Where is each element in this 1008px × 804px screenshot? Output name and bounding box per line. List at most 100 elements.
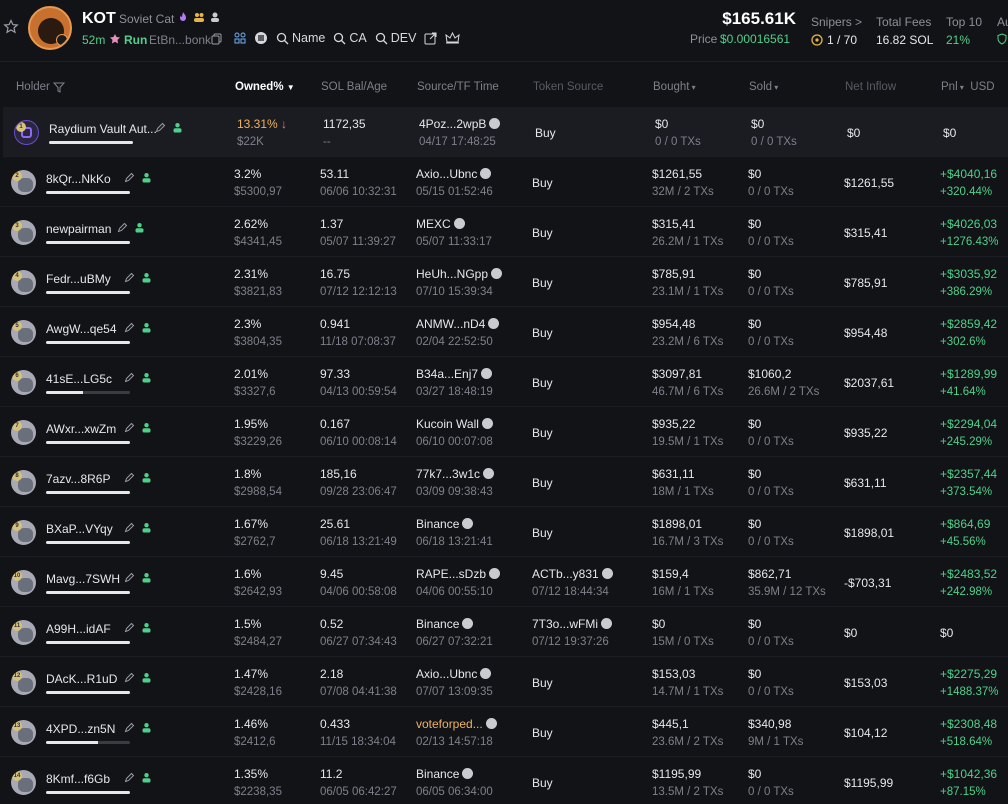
holder-row[interactable]: 8 7azv...8R6P 1.8% $2988,54 185,16 09/28 23:0… (0, 457, 1008, 507)
col-bought[interactable]: Bought ▾ (653, 81, 696, 93)
holder-address[interactable]: Raydium Vault Aut... (49, 122, 157, 136)
holder-avatar[interactable]: 7 (11, 420, 36, 445)
favorite-star-icon[interactable] (3, 19, 19, 35)
col-token-source[interactable]: Token Source (533, 81, 603, 93)
source-time: 05/07 11:33:17 (416, 236, 492, 248)
col-net-inflow[interactable]: Net Inflow (845, 81, 896, 93)
funding-source[interactable]: Kucoin Wall (416, 417, 493, 431)
funding-source[interactable]: Axio...Ubnc (416, 167, 492, 181)
holder-row[interactable]: 4 Fedr...uBMy 2.31% $3821,83 16.75 07/12 12:1… (0, 257, 1008, 307)
edit-remark-icon[interactable] (124, 772, 135, 786)
holder-address[interactable]: Mavg...7SWH (46, 572, 120, 586)
holder-row[interactable]: 11 A99H...idAF 1.5% $2484,27 0.52 06/27 07:34… (0, 607, 1008, 657)
funding-source[interactable]: ANMW...nD4 (416, 317, 500, 331)
holder-avatar[interactable]: 13 (11, 720, 36, 745)
funding-source[interactable]: MEXC (416, 217, 465, 231)
funding-source[interactable]: 4Poz...2wpB (419, 117, 501, 131)
funding-source[interactable]: Binance (416, 767, 474, 781)
holder-avatar[interactable]: 14 (11, 770, 36, 795)
crown-icon[interactable] (445, 31, 461, 45)
search-name-button[interactable]: Name (276, 31, 325, 45)
edit-remark-icon[interactable] (124, 722, 135, 736)
col-sold[interactable]: Sold ▾ (749, 81, 778, 93)
col-source[interactable]: Source/TF Time (417, 81, 499, 93)
currency-toggle[interactable]: USD (970, 81, 994, 93)
edit-remark-icon[interactable] (124, 422, 135, 436)
holder-address[interactable]: 41sE...LG5c (46, 372, 112, 386)
copy-address-icon[interactable] (211, 33, 223, 45)
edit-remark-icon[interactable] (124, 322, 135, 336)
holder-avatar[interactable]: 9 (11, 520, 36, 545)
holder-avatar[interactable]: 4 (11, 270, 36, 295)
holder-address[interactable]: AwgW...qe54 (46, 322, 117, 336)
holder-row[interactable]: 9 BXaP...VYqy 1.67% $2762,7 25.61 06/18 13:21… (0, 507, 1008, 557)
holder-address[interactable]: 8kQr...NkKo (46, 172, 111, 186)
holder-address[interactable]: 4XPD...zn5N (46, 722, 115, 736)
edit-remark-icon[interactable] (124, 672, 135, 686)
funding-source[interactable]: 77k7...3w1c (416, 467, 495, 481)
col-holder[interactable]: Holder (16, 81, 65, 93)
funding-source[interactable]: B34a...Enj7 (416, 367, 493, 381)
owned-percent: 2.01% (234, 367, 269, 381)
edit-remark-icon[interactable] (124, 522, 135, 536)
holder-row[interactable]: 2 8kQr...NkKo 3.2% $5300,97 53.11 06/06 10:32… (0, 157, 1008, 207)
holder-address[interactable]: 8Kmf...f6Gb (46, 772, 110, 786)
holder-address[interactable]: Fedr...uBMy (46, 272, 111, 286)
holder-avatar[interactable]: 6 (11, 370, 36, 395)
snipers-label[interactable]: Snipers > (811, 15, 862, 29)
token-source[interactable]: ACTb...y831 (532, 567, 613, 581)
funding-source[interactable]: HeUh...NGpp (416, 267, 503, 281)
holder-avatar[interactable]: 5 (11, 320, 36, 345)
holder-avatar[interactable]: 3 (11, 220, 36, 245)
search-dev-button[interactable]: DEV (375, 31, 416, 45)
holder-avatar[interactable]: 2 (11, 170, 36, 195)
sol-balance: 0.433 (320, 717, 351, 731)
edit-remark-icon[interactable] (124, 572, 135, 586)
funding-source[interactable]: Binance (416, 617, 474, 631)
holder-row[interactable]: 12 DAcK...R1uD 1.47% $2428,16 2.18 07/08 04:4… (0, 657, 1008, 707)
funding-source[interactable]: RAPE...sDzb (416, 567, 501, 581)
search-ca-button[interactable]: CA (333, 31, 367, 45)
holder-avatar[interactable]: 12 (11, 670, 36, 695)
holder-row[interactable]: 6 41sE...LG5c 2.01% $3327,6 97.33 04/13 00:59… (0, 357, 1008, 407)
holding-bar (46, 491, 130, 494)
external-link-icon[interactable] (424, 32, 437, 45)
edit-remark-icon[interactable] (124, 372, 135, 386)
edit-remark-icon[interactable] (117, 222, 128, 236)
holder-avatar[interactable]: 1 (14, 120, 39, 145)
funding-source[interactable]: voteforped... (416, 717, 497, 731)
token-source[interactable]: 7T3o...wFMi (532, 617, 613, 631)
holder-avatar[interactable]: 8 (11, 470, 36, 495)
holder-address[interactable]: A99H...idAF (46, 622, 111, 636)
token-avatar[interactable] (28, 6, 72, 50)
funding-source[interactable]: Binance (416, 517, 474, 531)
edit-remark-icon[interactable] (124, 622, 135, 636)
col-sol-balance[interactable]: SOL Bal/Age (321, 81, 387, 93)
holder-address[interactable]: newpairman (46, 222, 111, 236)
col-pnl[interactable]: Pnl ▾ USD (941, 81, 995, 93)
holder-row[interactable]: 13 4XPD...zn5N 1.46% $2412,6 0.433 11/15 18:3… (0, 707, 1008, 757)
holder-row[interactable]: 1 Raydium Vault Aut... 13.31% ↓ $22K 1172,35… (3, 107, 1008, 157)
col-owned-sort[interactable]: Owned% ▼ (235, 81, 295, 93)
holder-address[interactable]: AWxr...xwZm (46, 422, 116, 436)
edit-remark-icon[interactable] (124, 272, 135, 286)
holder-row[interactable]: 14 8Kmf...f6Gb 1.35% $2238,35 11.2 06/05 06:4… (0, 757, 1008, 804)
funding-source[interactable]: Axio...Ubnc (416, 667, 492, 681)
holder-address[interactable]: DAcK...R1uD (46, 672, 117, 686)
holder-address[interactable]: BXaP...VYqy (46, 522, 113, 536)
social-icon[interactable] (254, 31, 268, 45)
holder-avatar[interactable]: 11 (11, 620, 36, 645)
holder-row[interactable]: 5 AwgW...qe54 2.3% $3804,35 0.941 11/18 07:08… (0, 307, 1008, 357)
holder-avatar[interactable]: 10 (11, 570, 36, 595)
edit-remark-icon[interactable] (155, 122, 166, 136)
holding-bar (46, 241, 130, 244)
holder-row[interactable]: 7 AWxr...xwZm 1.95% $3229,26 0.167 06/10 00:0… (0, 407, 1008, 457)
edit-remark-icon[interactable] (124, 472, 135, 486)
holder-address[interactable]: 7azv...8R6P (46, 472, 110, 486)
filter-icon[interactable] (52, 82, 65, 93)
token-source-icon (601, 568, 613, 579)
bundle-icon[interactable] (234, 32, 246, 44)
holder-row[interactable]: 10 Mavg...7SWH 1.6% $2642,93 9.45 04/06 00:58… (0, 557, 1008, 607)
edit-remark-icon[interactable] (124, 172, 135, 186)
holder-row[interactable]: 3 newpairman 2.62% $4341,45 1.37 05/07 11:39:… (0, 207, 1008, 257)
